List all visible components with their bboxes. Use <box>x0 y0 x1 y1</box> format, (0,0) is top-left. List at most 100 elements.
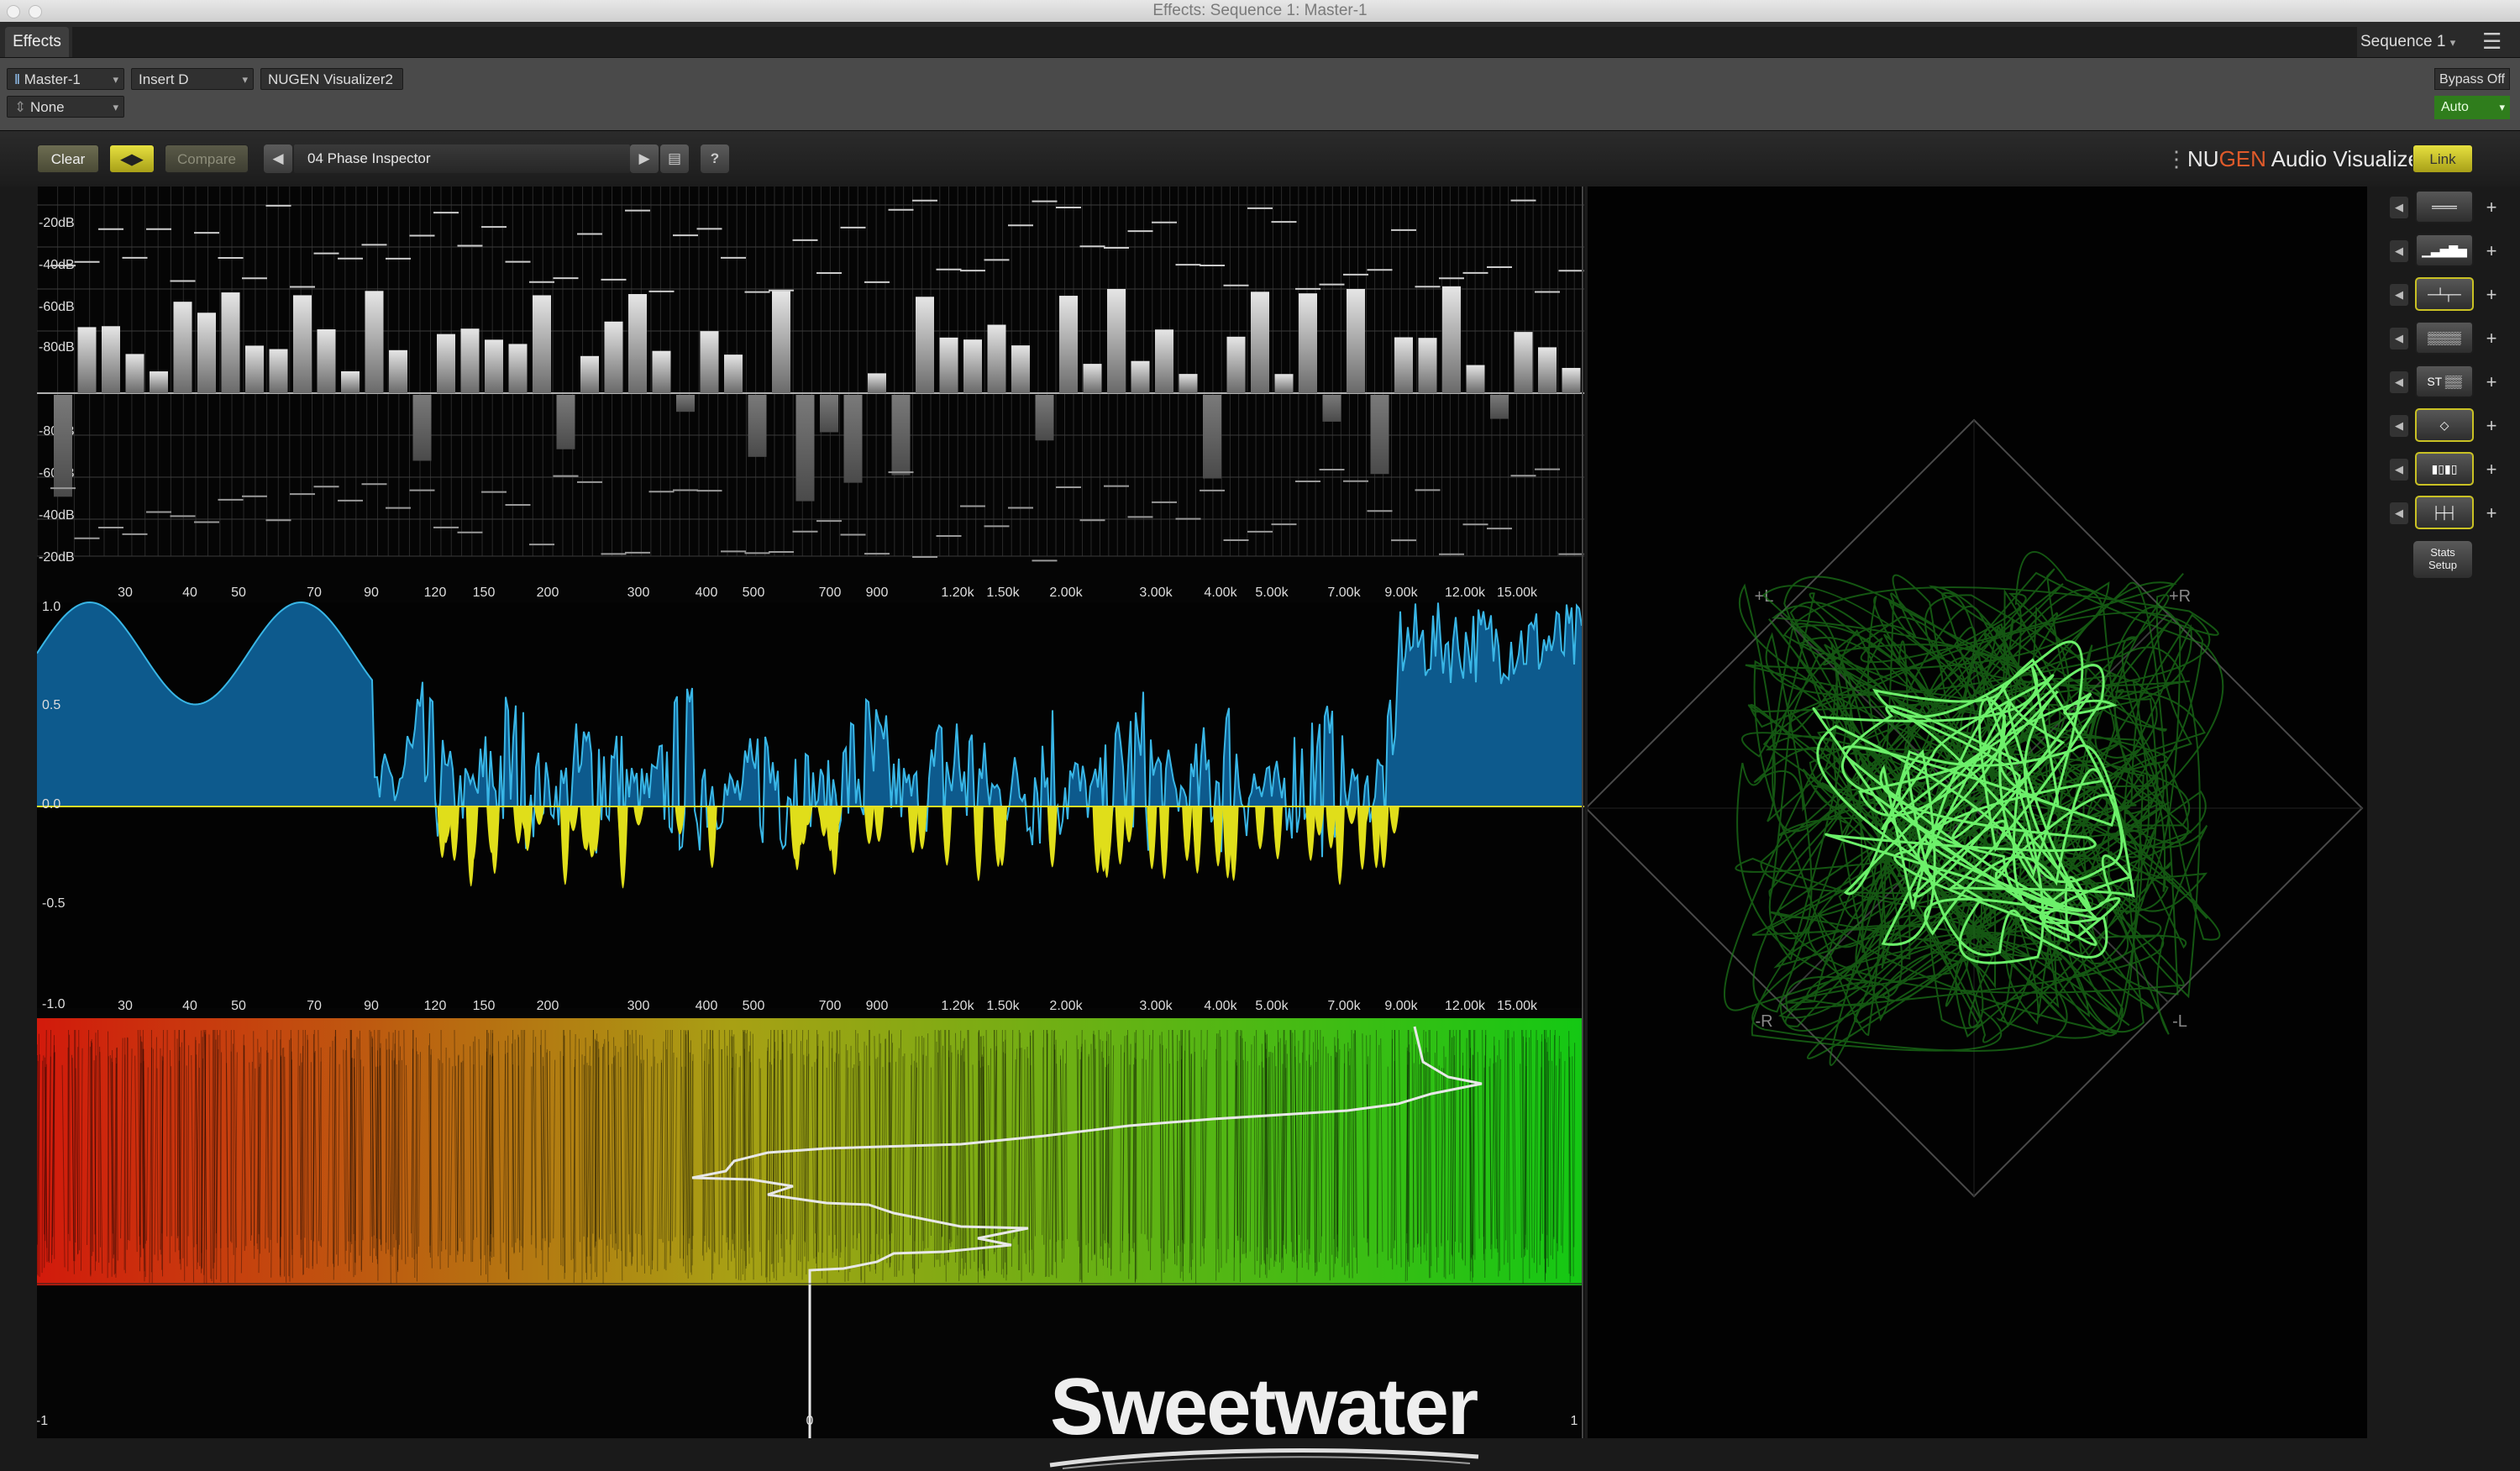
spectrum-bar <box>676 395 695 412</box>
freq-label: 300 <box>627 586 650 600</box>
spectrum-bar <box>939 337 958 393</box>
link-button[interactable]: Link <box>2412 144 2473 173</box>
vectorscope-canvas: +L +R-R -L <box>1588 418 2364 1198</box>
prev-mode-icon[interactable]: ◀ <box>2390 415 2408 437</box>
spectrogram-texture <box>507 1035 509 1279</box>
prev-mode-icon[interactable]: ◀ <box>2390 284 2408 306</box>
spectrogram-texture <box>683 1018 685 1259</box>
add-mode-icon[interactable]: + <box>2482 284 2501 306</box>
help-button[interactable]: ? <box>701 144 729 173</box>
spectrum-bar <box>1490 395 1509 419</box>
add-mode-icon[interactable]: + <box>2482 328 2501 349</box>
freq-label: 700 <box>819 586 842 600</box>
prev-mode-icon[interactable]: ◀ <box>2390 197 2408 218</box>
balance-label: 0 <box>806 1414 814 1428</box>
freq-label: 7.00k <box>1327 999 1361 1013</box>
brand-logo: ⋮NUGEN Audio Visualizer <box>2166 144 2428 173</box>
add-mode-icon[interactable]: + <box>2482 415 2501 437</box>
spectrum-bar <box>1466 365 1485 393</box>
spectrogram-texture <box>288 1039 291 1277</box>
spectrum-bar <box>724 355 743 393</box>
spectrum-bar <box>1107 288 1126 393</box>
spectrum-bar <box>150 371 168 393</box>
spectrogram-texture <box>1253 1036 1256 1275</box>
automation-select[interactable]: Auto ▾ <box>2434 96 2510 119</box>
preset-source-select[interactable]: ⇕ None ▾ <box>7 96 124 118</box>
correlation-label: 0.5 <box>42 698 60 712</box>
spectrogram-texture <box>1499 1039 1500 1271</box>
spectrogram-texture <box>522 1022 524 1248</box>
track-select[interactable]: ǁ Master-1 ▾ <box>7 68 124 90</box>
freq-label: 120 <box>424 999 447 1013</box>
spectrogram-texture <box>187 1045 190 1237</box>
preset-name-field[interactable]: 04 Phase Inspector <box>294 144 630 173</box>
spectrum-bar <box>1394 337 1413 393</box>
compare-button[interactable]: Compare <box>165 144 249 173</box>
spectrum-bar <box>412 395 432 461</box>
add-mode-icon[interactable]: + <box>2482 240 2501 262</box>
mode-lines-icon[interactable]: ═══ <box>2415 190 2474 223</box>
tab-effects[interactable]: Effects <box>5 27 69 57</box>
add-mode-icon[interactable]: + <box>2482 371 2501 393</box>
clear-button[interactable]: Clear <box>37 144 99 173</box>
spectrum-bar <box>1299 293 1317 393</box>
spectrum-bar <box>1251 292 1269 393</box>
bypass-button[interactable]: Bypass Off <box>2434 68 2510 90</box>
spectrogram-texture <box>124 1038 126 1274</box>
freq-label: 9.00k <box>1384 999 1418 1013</box>
stereo-spectrum-icon[interactable]: ST ▒▒ <box>2415 365 2474 398</box>
plugin-name-field[interactable]: NUGEN Visualizer2 <box>260 68 403 90</box>
spectrum-bar <box>221 292 240 393</box>
spectrum-bars-icon[interactable]: ▁▃▅▇▅ <box>2415 234 2474 267</box>
db-label: -20dB <box>39 216 75 230</box>
add-mode-icon[interactable]: + <box>2482 197 2501 218</box>
freq-label: 500 <box>743 999 765 1013</box>
spectrum-bar <box>820 395 838 433</box>
freq-label: 2.00k <box>1049 586 1083 600</box>
freq-label: 5.00k <box>1255 999 1289 1013</box>
balance-meter-icon[interactable]: ├┼┤ <box>2415 496 2474 529</box>
spectrum-bar <box>389 349 407 393</box>
add-mode-icon[interactable]: + <box>2482 459 2501 481</box>
freq-label: 200 <box>537 999 559 1013</box>
spectrogram-texture <box>1333 1037 1336 1240</box>
brand-name: Audio Visualizer <box>2265 146 2428 171</box>
add-mode-icon[interactable]: + <box>2482 502 2501 524</box>
insert-select[interactable]: Insert D ▾ <box>131 68 254 90</box>
menu-icon[interactable]: ☰ <box>2482 30 2504 52</box>
prev-mode-icon[interactable]: ◀ <box>2390 459 2408 481</box>
chevron-down-icon: ▾ <box>242 73 248 86</box>
window-title: Effects: Sequence 1: Master-1 <box>1152 2 1368 19</box>
spectrogram-icon[interactable]: ▒▒▒▒ <box>2415 321 2474 355</box>
spectrogram-texture <box>1394 1060 1395 1248</box>
sequence-select[interactable]: Sequence 1 ▾ <box>2360 27 2474 57</box>
side-button-row: ◀ ST ▒▒ + <box>2390 365 2512 398</box>
spectrum-bar <box>460 328 480 393</box>
phase-spectrum-icon[interactable]: ─┴┬─ <box>2415 277 2474 311</box>
balance-label: 1 <box>1571 1414 1578 1428</box>
spectrum-bar <box>916 297 934 393</box>
prev-mode-icon[interactable]: ◀ <box>2390 502 2408 524</box>
prev-mode-icon[interactable]: ◀ <box>2390 240 2408 262</box>
next-preset-icon[interactable]: ▶ <box>630 144 659 173</box>
prev-preset-icon[interactable]: ◀ <box>264 144 292 173</box>
spectrogram-texture <box>462 1060 465 1262</box>
stepper-icon: ⇕ <box>14 99 30 115</box>
stats-setup-button[interactable]: Stats Setup <box>2413 541 2472 578</box>
freq-label: 300 <box>627 999 650 1013</box>
spectrum-bar <box>1322 395 1341 422</box>
freq-label: 70 <box>307 586 322 600</box>
freq-label: 400 <box>696 586 718 600</box>
spectrum-bar <box>269 349 288 393</box>
vectorscope-icon[interactable]: ◇ <box>2415 408 2474 442</box>
correlation-meter-icon[interactable]: ▮▯▮▯ <box>2415 452 2474 486</box>
prev-mode-icon[interactable]: ◀ <box>2390 328 2408 349</box>
tab-strip <box>72 27 2357 57</box>
spectrum-bar <box>1203 395 1221 479</box>
spectrum-bar <box>173 302 192 393</box>
preset-list-icon[interactable]: ▤ <box>660 144 689 173</box>
plugin-name-label: NUGEN Visualizer2 <box>268 71 393 87</box>
swap-arrows-icon[interactable]: ◀▶ <box>109 144 155 173</box>
prev-mode-icon[interactable]: ◀ <box>2390 371 2408 393</box>
spectrum-bar <box>580 355 599 393</box>
